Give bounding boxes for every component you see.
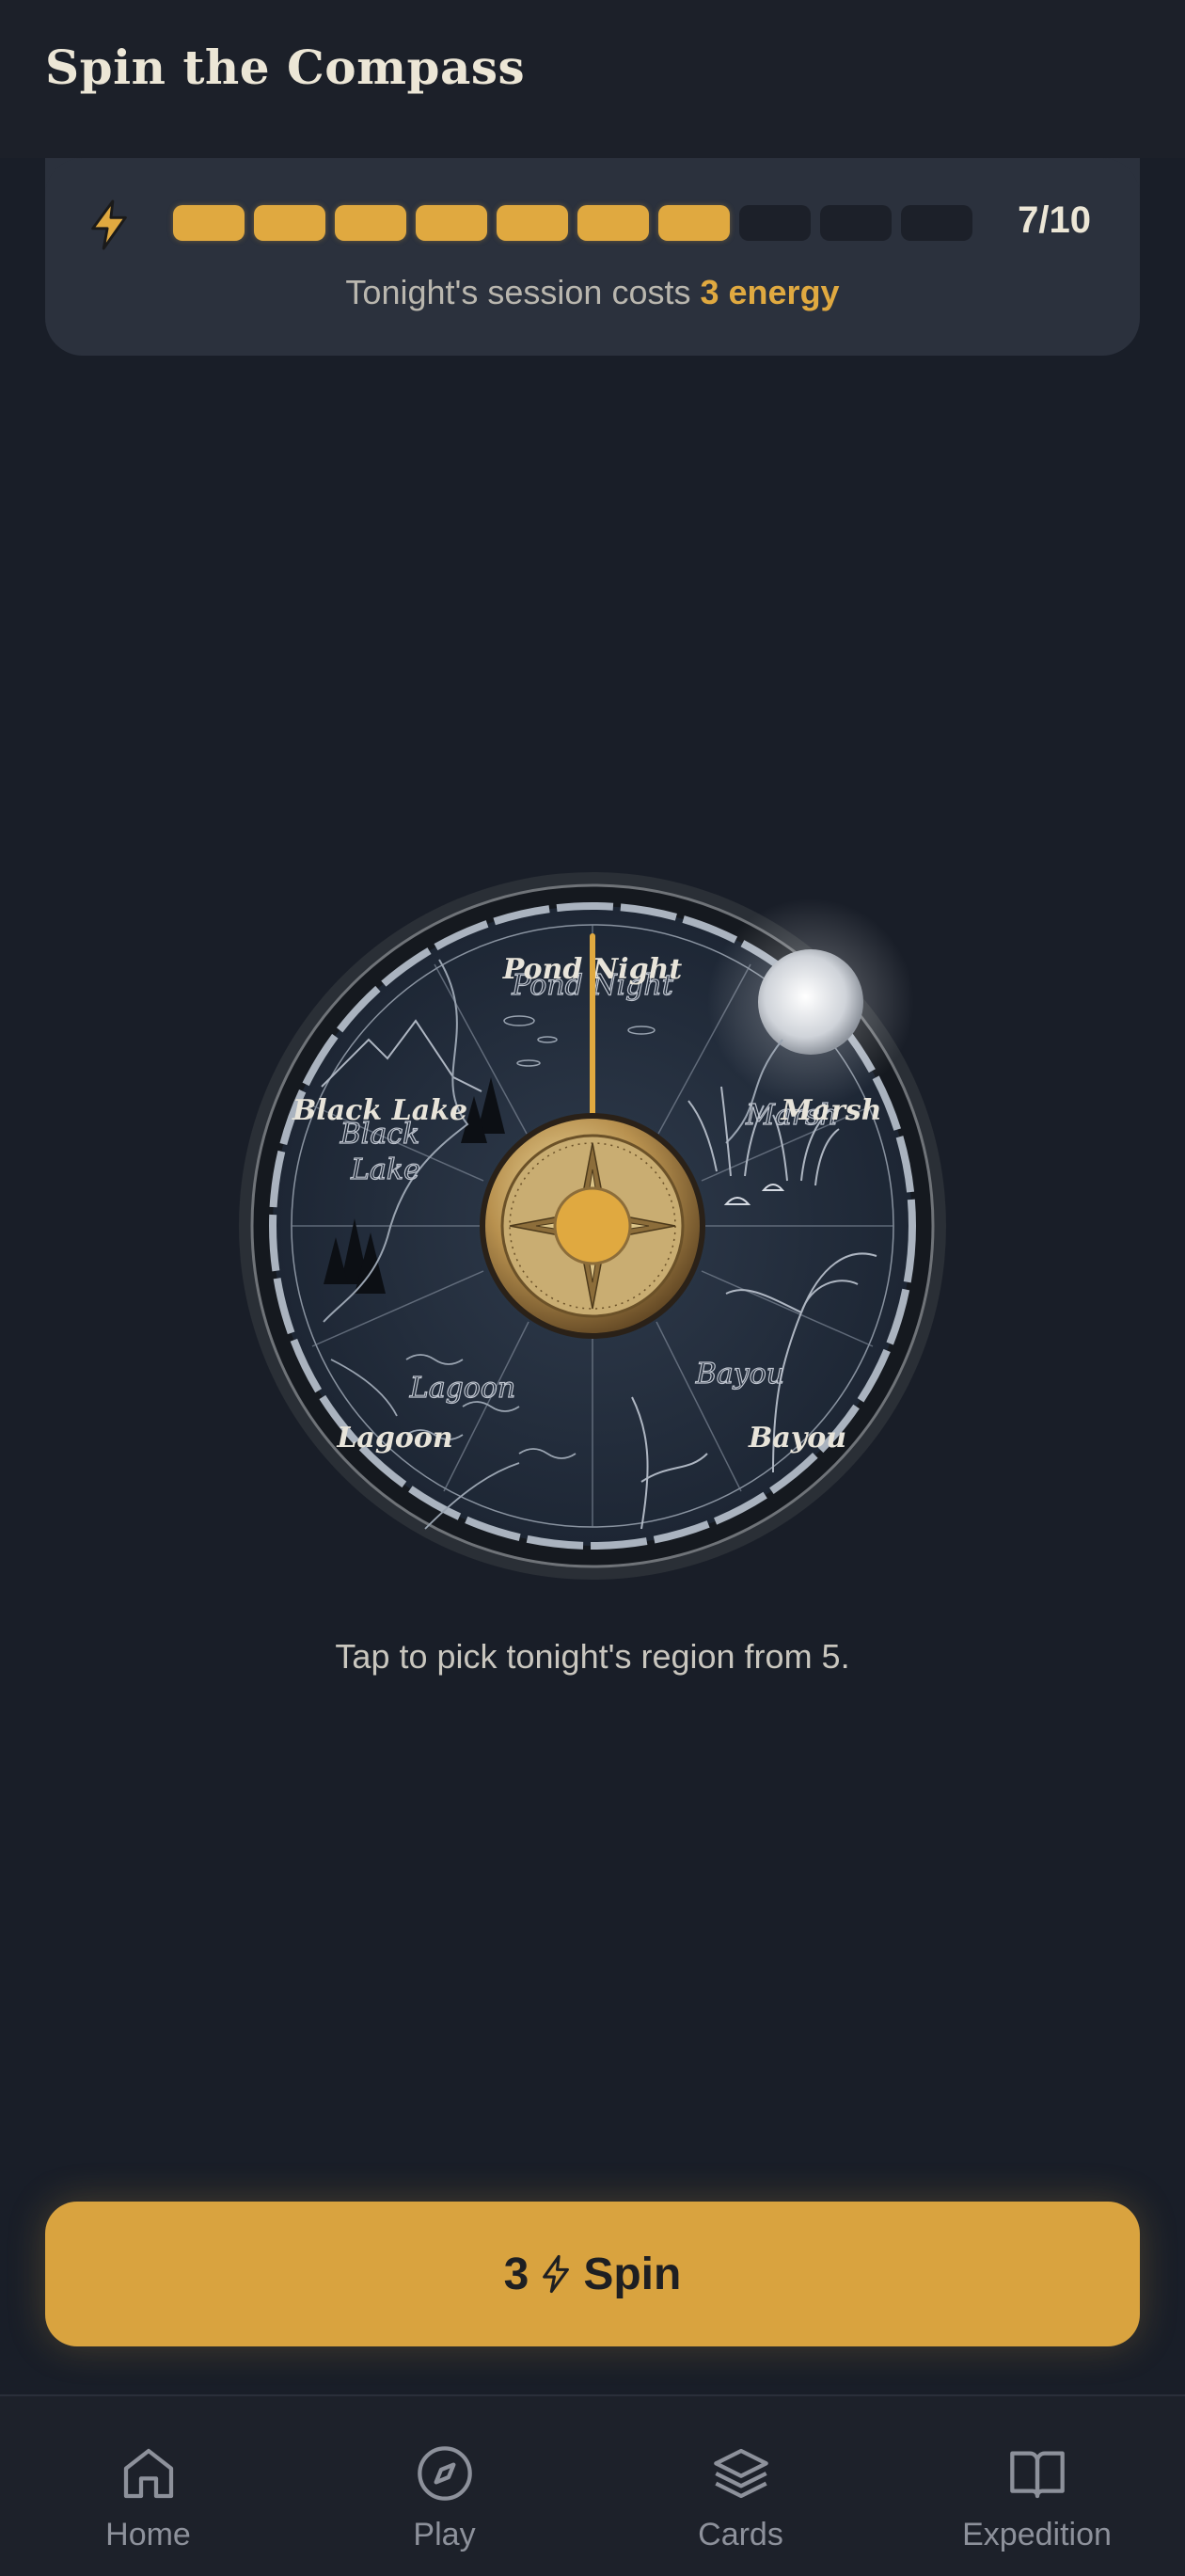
region-label-bayou: Bayou	[748, 1422, 846, 1455]
app-header: Spin the Compass	[0, 0, 1185, 158]
region-label-marsh: Marsh	[780, 1094, 881, 1127]
session-cost-text: Tonight's session costs 3 energy	[45, 273, 1140, 312]
home-icon	[123, 2448, 173, 2499]
energy-segment	[497, 205, 568, 241]
bayou-sketch-label: Bayou	[695, 1358, 784, 1391]
lagoon-sketch-label: Lagoon	[409, 1372, 515, 1405]
energy-count: 7/10	[1018, 199, 1091, 241]
lightning-bolt-icon	[543, 2254, 570, 2294]
nav-label-cards: Cards	[698, 2517, 783, 2552]
energy-segment	[173, 205, 245, 241]
black-lake-sketch-label-2: Lake	[350, 1153, 420, 1186]
spin-button[interactable]: 3 Spin	[45, 2202, 1140, 2346]
nav-label-expedition: Expedition	[962, 2517, 1112, 2552]
energy-meter	[173, 205, 972, 241]
moon-illustration	[758, 949, 863, 1055]
compass-icon	[417, 2446, 472, 2501]
nav-item-home[interactable]: Home	[0, 2396, 296, 2576]
spin-cost: 3	[503, 2249, 529, 2299]
spin-label: Spin	[583, 2249, 682, 2299]
energy-segment	[335, 205, 406, 241]
energy-segment	[577, 205, 649, 241]
nav-item-expedition[interactable]: Expedition	[889, 2396, 1185, 2576]
compass-wheel[interactable]: Pond Night Marsh Bayou Lagoon Black Lake…	[237, 870, 948, 1582]
nav-label-home: Home	[105, 2517, 191, 2552]
nav-item-cards[interactable]: Cards	[592, 2396, 889, 2576]
energy-segment	[739, 205, 811, 241]
session-cost-prefix: Tonight's session costs	[345, 273, 691, 311]
session-cost-highlight: 3 energy	[700, 273, 840, 311]
lightning-bolt-icon	[91, 199, 127, 250]
book-icon	[1009, 2451, 1065, 2499]
energy-segment	[658, 205, 730, 241]
energy-segment	[820, 205, 892, 241]
region-label-lagoon: Lagoon	[336, 1422, 452, 1455]
energy-segment	[254, 205, 325, 241]
page-title: Spin the Compass	[45, 40, 526, 95]
energy-card: 7/10 Tonight's session costs 3 energy	[45, 158, 1140, 356]
compass-caption: Tap to pick tonight's region from 5.	[335, 1637, 850, 1676]
region-label-black-lake: Black Lake	[292, 1094, 467, 1127]
energy-segment	[416, 205, 487, 241]
energy-segment	[901, 205, 972, 241]
layers-icon	[713, 2448, 768, 2499]
bottom-nav: Home Play Cards Expedition	[0, 2394, 1185, 2576]
compass-hub[interactable]	[480, 1113, 705, 1339]
nav-item-play[interactable]: Play	[296, 2396, 592, 2576]
nav-label-play: Play	[413, 2517, 476, 2552]
